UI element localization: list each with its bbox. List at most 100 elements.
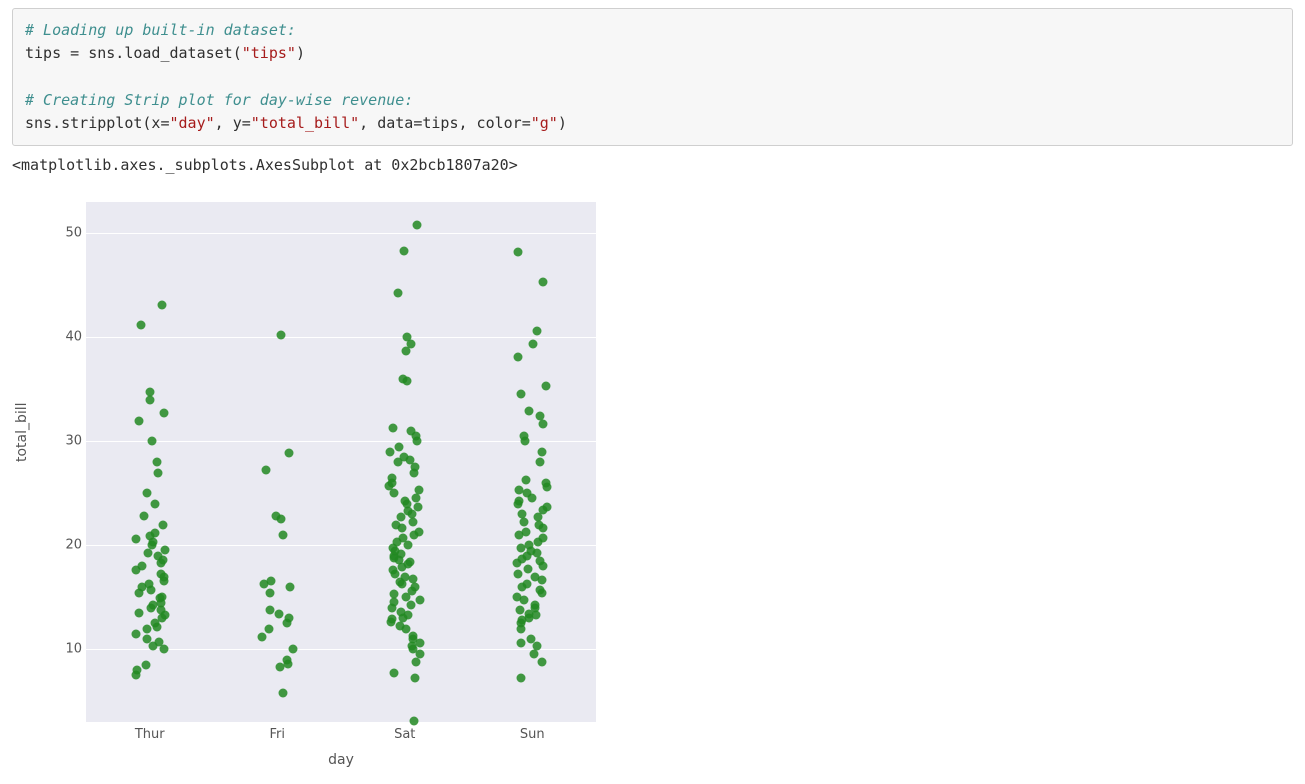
data-point: [543, 502, 552, 511]
data-point: [133, 666, 142, 675]
y-tick-label: 30: [22, 434, 82, 449]
data-point: [283, 655, 292, 664]
data-point: [516, 673, 525, 682]
data-point: [521, 475, 530, 484]
data-point: [527, 635, 536, 644]
data-point: [285, 583, 294, 592]
data-point: [389, 423, 398, 432]
data-point: [154, 638, 163, 647]
data-point: [538, 657, 547, 666]
data-point: [415, 486, 424, 495]
data-point: [400, 247, 409, 256]
data-point: [143, 489, 152, 498]
data-point: [152, 458, 161, 467]
x-tick-label: Sat: [394, 727, 415, 742]
data-point: [538, 278, 547, 287]
data-point: [513, 248, 522, 257]
data-point: [394, 288, 403, 297]
data-point: [409, 574, 418, 583]
data-point: [145, 387, 154, 396]
data-point: [412, 221, 421, 230]
data-point: [535, 412, 544, 421]
data-point: [258, 632, 267, 641]
data-point: [159, 520, 168, 529]
gridline: [86, 233, 596, 234]
output-repr: <matplotlib.axes._subplots.AxesSubplot a…: [12, 156, 1293, 174]
data-point: [538, 447, 547, 456]
data-point: [285, 614, 294, 623]
data-point: [398, 375, 407, 384]
plot-area: [86, 202, 596, 722]
data-point: [410, 673, 419, 682]
data-point: [160, 409, 169, 418]
data-point: [395, 442, 404, 451]
x-tick-label: Thur: [135, 727, 165, 742]
data-point: [517, 639, 526, 648]
data-point: [415, 595, 424, 604]
data-point: [530, 572, 539, 581]
data-point: [264, 624, 273, 633]
code-string: "g": [531, 114, 558, 132]
data-point: [389, 590, 398, 599]
code-string: "tips": [242, 44, 296, 62]
data-point: [397, 608, 406, 617]
data-point: [288, 645, 297, 654]
data-point: [131, 535, 140, 544]
data-point: [160, 645, 169, 654]
data-point: [144, 579, 153, 588]
data-point: [158, 593, 167, 602]
code-comment-2: # Creating Strip plot for day-wise reven…: [25, 91, 413, 109]
data-point: [406, 558, 415, 567]
data-point: [266, 576, 275, 585]
data-point: [516, 389, 525, 398]
x-axis-label: day: [86, 752, 596, 768]
data-point: [142, 635, 151, 644]
data-point: [150, 499, 159, 508]
data-point: [137, 562, 146, 571]
y-axis-label: total_bill: [14, 403, 30, 463]
data-point: [266, 605, 275, 614]
code-text: tips = sns.load_dataset(: [25, 44, 242, 62]
gridline: [86, 441, 596, 442]
code-cell: # Loading up built-in dataset: tips = sn…: [12, 8, 1293, 146]
data-point: [158, 301, 167, 310]
data-point: [541, 479, 550, 488]
data-point: [160, 545, 169, 554]
data-point: [279, 531, 288, 540]
data-point: [154, 468, 163, 477]
data-point: [411, 657, 420, 666]
data-point: [409, 717, 418, 726]
data-point: [401, 496, 410, 505]
data-point: [285, 448, 294, 457]
data-point: [410, 583, 419, 592]
code-comment-1: # Loading up built-in dataset:: [25, 21, 296, 39]
data-point: [529, 339, 538, 348]
data-point: [136, 320, 145, 329]
data-point: [396, 513, 405, 522]
y-tick-label: 20: [22, 538, 82, 553]
data-point: [407, 600, 416, 609]
data-point: [532, 642, 541, 651]
data-point: [513, 353, 522, 362]
data-point: [132, 629, 141, 638]
data-point: [148, 437, 157, 446]
data-point: [522, 527, 531, 536]
data-point: [520, 432, 529, 441]
data-point: [414, 527, 423, 536]
data-point: [272, 512, 281, 521]
code-text: ): [296, 44, 305, 62]
data-point: [275, 610, 284, 619]
code-text: ): [558, 114, 567, 132]
data-point: [400, 572, 409, 581]
data-point: [277, 331, 286, 340]
data-point: [403, 333, 412, 342]
data-point: [390, 669, 399, 678]
code-string: "total_bill": [251, 114, 359, 132]
data-point: [400, 453, 409, 462]
data-point: [513, 593, 522, 602]
data-point: [513, 569, 522, 578]
data-point: [406, 427, 415, 436]
data-point: [524, 407, 533, 416]
data-point: [538, 534, 547, 543]
data-point: [135, 609, 144, 618]
